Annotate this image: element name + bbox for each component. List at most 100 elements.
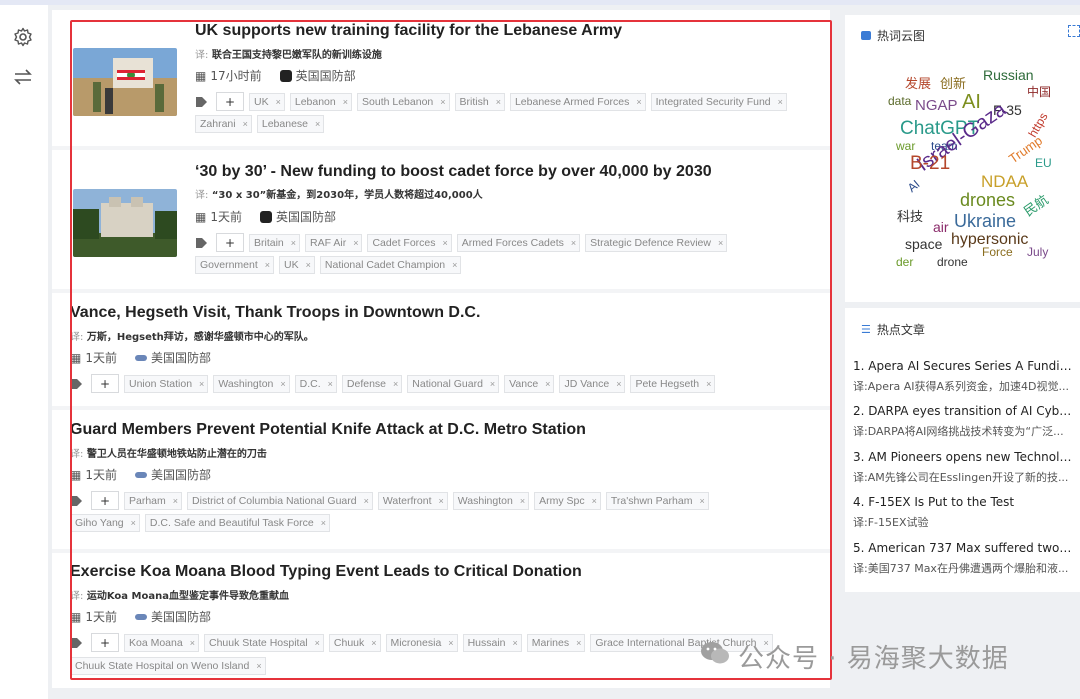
tag[interactable]: D.C. ×: [294, 374, 337, 393]
remove-tag-icon[interactable]: ×: [393, 379, 398, 389]
remove-tag-icon[interactable]: ×: [448, 638, 453, 648]
article-title[interactable]: Vance, Hegseth Visit, Thank Troops in Do…: [70, 304, 480, 322]
remove-tag-icon[interactable]: ×: [778, 97, 783, 107]
tag[interactable]: South Lebanon ×: [357, 92, 450, 111]
cloud-word[interactable]: air: [933, 220, 949, 234]
article-title[interactable]: Guard Members Prevent Potential Knife At…: [70, 421, 586, 439]
hot-article-title[interactable]: 4. F-15EX Is Put to the Test: [853, 495, 1075, 509]
tag[interactable]: Strategic Defence Review ×: [585, 233, 728, 252]
cloud-word[interactable]: AI: [962, 92, 981, 112]
hot-article-item[interactable]: 3. AM Pioneers opens new Technology ... …: [853, 450, 1075, 485]
tag[interactable]: UK ×: [279, 256, 315, 274]
article-source[interactable]: 美国国防部: [151, 608, 211, 625]
hot-article-title[interactable]: 1. Apera AI Secures Series A Funding to …: [853, 359, 1075, 373]
remove-tag-icon[interactable]: ×: [321, 518, 326, 528]
tag[interactable]: Chuuk ×: [328, 633, 381, 652]
remove-tag-icon[interactable]: ×: [443, 238, 448, 248]
remove-tag-icon[interactable]: ×: [706, 379, 711, 389]
article-thumbnail[interactable]: [73, 189, 177, 257]
remove-tag-icon[interactable]: ×: [343, 97, 348, 107]
remove-tag-icon[interactable]: ×: [265, 260, 270, 270]
tag[interactable]: Zahrani ×: [195, 115, 252, 133]
cloud-word[interactable]: data: [888, 95, 911, 107]
remove-tag-icon[interactable]: ×: [576, 638, 581, 648]
cloud-word[interactable]: space: [905, 237, 942, 251]
cloud-word[interactable]: NGAP: [915, 98, 958, 113]
remove-tag-icon[interactable]: ×: [328, 379, 333, 389]
tag[interactable]: Army Spc ×: [534, 491, 601, 510]
remove-tag-icon[interactable]: ×: [256, 661, 261, 671]
remove-tag-icon[interactable]: ×: [636, 97, 641, 107]
hot-article-title[interactable]: 2. DARPA eyes transition of AI Cyber Cha…: [853, 404, 1075, 418]
remove-tag-icon[interactable]: ×: [452, 260, 457, 270]
remove-tag-icon[interactable]: ×: [280, 379, 285, 389]
remove-tag-icon[interactable]: ×: [306, 260, 311, 270]
tag[interactable]: National Guard ×: [407, 374, 500, 393]
remove-tag-icon[interactable]: ×: [276, 97, 281, 107]
cloud-word[interactable]: EU: [1035, 157, 1052, 169]
remove-tag-icon[interactable]: ×: [131, 518, 136, 528]
remove-tag-icon[interactable]: ×: [439, 496, 444, 506]
add-tag-button[interactable]: +: [91, 633, 119, 652]
cloud-word[interactable]: drone: [937, 256, 968, 268]
hot-article-item[interactable]: 5. American 737 Max suffered two blowo..…: [853, 541, 1075, 576]
add-tag-button[interactable]: +: [216, 233, 244, 252]
tag[interactable]: Government ×: [195, 256, 275, 274]
remove-tag-icon[interactable]: ×: [364, 496, 369, 506]
tag[interactable]: Defense ×: [341, 374, 403, 393]
article-title[interactable]: Exercise Koa Moana Blood Typing Event Le…: [70, 563, 582, 581]
gear-icon[interactable]: [11, 25, 35, 49]
tag[interactable]: Washington ×: [213, 374, 290, 393]
article-source[interactable]: 美国国防部: [151, 466, 211, 483]
tag[interactable]: Lebanese Armed Forces ×: [509, 92, 646, 111]
tag[interactable]: National Cadet Champion ×: [319, 256, 462, 274]
article-source[interactable]: 英国国防部: [276, 208, 336, 225]
remove-tag-icon[interactable]: ×: [353, 238, 358, 248]
remove-tag-icon[interactable]: ×: [199, 379, 204, 389]
tag[interactable]: Britain ×: [249, 233, 301, 252]
remove-tag-icon[interactable]: ×: [440, 97, 445, 107]
hot-article-item[interactable]: 2. DARPA eyes transition of AI Cyber Cha…: [853, 404, 1075, 439]
remove-tag-icon[interactable]: ×: [496, 97, 501, 107]
cloud-word[interactable]: 科技: [897, 210, 923, 223]
tag[interactable]: Tra'shwn Parham ×: [605, 491, 709, 510]
swap-arrows-icon[interactable]: [11, 65, 35, 89]
cloud-word[interactable]: der: [896, 256, 913, 268]
article-source[interactable]: 美国国防部: [151, 349, 211, 366]
cloud-word[interactable]: B-21: [910, 154, 950, 173]
remove-tag-icon[interactable]: ×: [699, 496, 704, 506]
tag[interactable]: Parham ×: [124, 491, 183, 510]
tag[interactable]: Chuuk State Hospital on Weno Island ×: [70, 657, 266, 675]
remove-tag-icon[interactable]: ×: [520, 496, 525, 506]
tag[interactable]: RAF Air ×: [305, 233, 363, 252]
tag[interactable]: Hussain ×: [462, 633, 522, 652]
tag[interactable]: Chuuk State Hospital ×: [203, 633, 324, 652]
cloud-word[interactable]: AI: [905, 177, 923, 195]
tag[interactable]: Cadet Forces ×: [367, 233, 452, 252]
expand-icon[interactable]: [1068, 25, 1080, 37]
remove-tag-icon[interactable]: ×: [545, 379, 550, 389]
tag[interactable]: Union Station ×: [124, 374, 209, 393]
cloud-word[interactable]: 发展: [905, 77, 931, 90]
tag[interactable]: Integrated Security Fund ×: [650, 92, 787, 111]
tag[interactable]: British ×: [454, 92, 505, 111]
remove-tag-icon[interactable]: ×: [513, 638, 518, 648]
tag[interactable]: Lebanese ×: [256, 115, 325, 133]
tag[interactable]: Waterfront ×: [377, 491, 448, 510]
cloud-word[interactable]: Ukraine: [954, 212, 1016, 230]
add-tag-button[interactable]: +: [216, 92, 244, 111]
tag[interactable]: Giho Yang ×: [70, 514, 140, 532]
article-title[interactable]: UK supports new training facility for th…: [195, 22, 622, 40]
remove-tag-icon[interactable]: ×: [315, 638, 320, 648]
remove-tag-icon[interactable]: ×: [243, 119, 248, 129]
article-title[interactable]: ‘30 by 30’ - New funding to boost cadet …: [195, 163, 712, 181]
tag[interactable]: District of Columbia National Guard ×: [187, 491, 373, 510]
tag[interactable]: Pete Hegseth ×: [630, 374, 716, 393]
hot-article-item[interactable]: 4. F-15EX Is Put to the Test 译:F-15EX试验: [853, 495, 1075, 530]
remove-tag-icon[interactable]: ×: [371, 638, 376, 648]
tag[interactable]: Marines ×: [526, 633, 586, 652]
remove-tag-icon[interactable]: ×: [190, 638, 195, 648]
remove-tag-icon[interactable]: ×: [291, 238, 296, 248]
article-source[interactable]: 英国国防部: [296, 67, 356, 84]
cloud-word[interactable]: Russian: [983, 68, 1034, 82]
